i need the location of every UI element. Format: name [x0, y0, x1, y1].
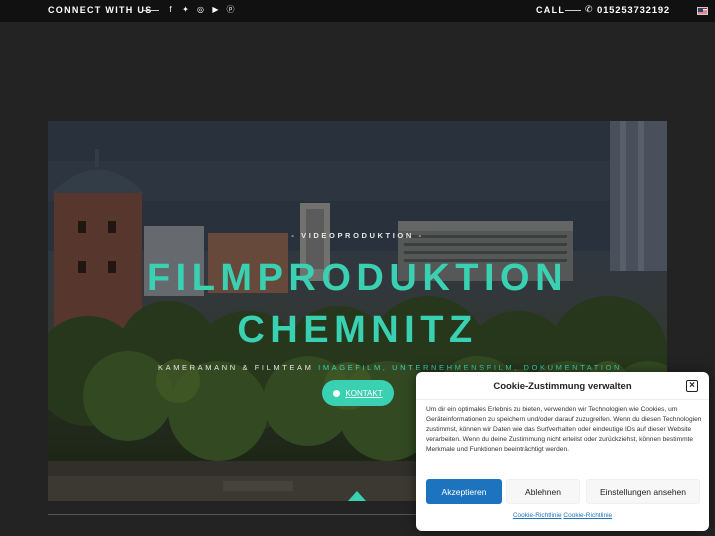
accept-button[interactable]: Akzeptieren [426, 479, 502, 504]
hero-title-line1: FILMPRODUKTION [146, 257, 569, 299]
hero-subtitle: KAMERAMANN & FILMTEAM IMAGEFILM, UNTERNE… [158, 363, 622, 372]
instagram-icon[interactable]: ◎ [196, 5, 205, 14]
twitter-icon[interactable]: ✦ [181, 5, 190, 14]
pinterest-icon[interactable]: ⓟ [226, 5, 235, 14]
us-flag-icon[interactable] [697, 7, 708, 15]
divider-line [565, 10, 581, 11]
contact-button[interactable]: KONTAKT [322, 380, 394, 406]
hero-eyebrow: - VIDEOPRODUKTION - [291, 231, 424, 240]
youtube-icon[interactable]: ▶ [211, 5, 220, 14]
divider-line [143, 10, 159, 11]
deny-button[interactable]: Ablehnen [506, 479, 580, 504]
contact-button-label: KONTAKT [345, 388, 383, 398]
cookie-dialog-title: Cookie-Zustimmung verwalten [493, 381, 632, 392]
hero-subtitle-plain: KAMERAMANN & FILMTEAM [158, 363, 314, 372]
top-bar: CONNECT WITH US f ✦ ◎ ▶ ⓟ CALL ✆ 0152537… [0, 0, 715, 22]
hero-subtitle-accent: IMAGEFILM, UNTERNEHMENSFILM, DOKUMENTATI… [318, 363, 623, 372]
hero-title-line2: CHEMNITZ [237, 309, 478, 351]
scroll-up-icon[interactable] [348, 491, 366, 501]
section-divider [48, 514, 448, 515]
cookie-policy-link[interactable]: Cookie-Richtlinie [513, 512, 562, 519]
cookie-links: Cookie-Richtlinie Cookie-Richtlinie [416, 512, 709, 519]
connect-label: CONNECT WITH US [48, 5, 153, 15]
call-label: CALL [536, 5, 566, 15]
cookie-policy-link[interactable]: Cookie-Richtlinie [563, 512, 612, 519]
social-links: f ✦ ◎ ▶ ⓟ [166, 5, 235, 14]
cookie-divider [416, 399, 709, 400]
phone-number[interactable]: 015253732192 [597, 5, 670, 16]
chat-icon [333, 389, 341, 397]
close-icon[interactable]: × [686, 380, 698, 392]
view-settings-button[interactable]: Einstellungen ansehen [586, 479, 700, 504]
cookie-consent-dialog: Cookie-Zustimmung verwalten × Um dir ein… [416, 372, 709, 531]
facebook-icon[interactable]: f [166, 5, 175, 14]
phone-icon: ✆ [585, 4, 593, 14]
cookie-dialog-text: Um dir ein optimales Erlebnis zu bieten,… [426, 406, 702, 453]
